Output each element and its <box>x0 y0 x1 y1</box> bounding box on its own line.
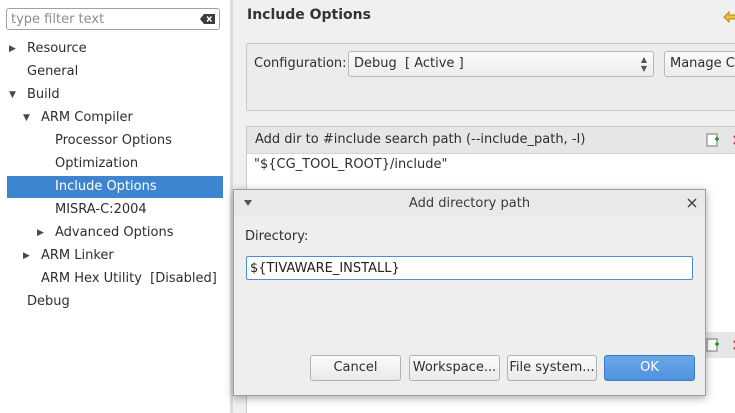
tree-item-arm-compiler[interactable]: ▼ ARM Compiler <box>0 107 230 129</box>
tree-item-arm-linker[interactable]: ▶ ARM Linker <box>0 245 230 267</box>
directory-label: Directory: <box>245 229 309 244</box>
tree-item-arm-hex-utility[interactable]: ARM Hex Utility [Disabled] <box>0 268 230 290</box>
tree-item-label: ARM Hex Utility [Disabled] <box>41 271 217 286</box>
configuration-label: Configuration: <box>254 56 347 71</box>
tree-item-label: ARM Compiler <box>41 110 133 125</box>
tree-item-label: Build <box>27 87 60 102</box>
tree-item-general[interactable]: General <box>0 61 230 83</box>
collapse-arrow-icon[interactable]: ▼ <box>23 107 33 129</box>
configuration-value: Debug [ Active ] <box>354 56 464 71</box>
configuration-select[interactable]: Debug [ Active ] ▲ ▼ <box>348 51 654 77</box>
tree-item-label: Resource <box>27 41 87 56</box>
manage-configurations-button[interactable]: Manage Co <box>664 51 735 77</box>
tree-item-optimization[interactable]: Optimization <box>0 153 230 175</box>
page-title: Include Options <box>247 7 371 23</box>
include-section-title: Add dir to #include search path (--inclu… <box>255 132 586 147</box>
tree-item-include-options[interactable]: Include Options <box>7 176 223 198</box>
cancel-button[interactable]: Cancel <box>310 355 401 381</box>
tree-item-label: Advanced Options <box>55 225 174 240</box>
tree-item-resource[interactable]: ▶ Resource <box>0 38 230 60</box>
close-icon[interactable] <box>687 198 697 208</box>
tree-item-label: MISRA-C:2004 <box>55 202 147 217</box>
select-arrows-icon: ▲ ▼ <box>640 55 647 73</box>
back-arrow-icon[interactable] <box>723 10 735 24</box>
dialog-titlebar[interactable]: Add directory path <box>234 190 705 216</box>
tree-item-misra[interactable]: MISRA-C:2004 <box>0 199 230 221</box>
include-section-header: Add dir to #include search path (--inclu… <box>247 127 735 154</box>
navigation-tree-panel: ▶ Resource General ▼ Build ▼ ARM Compile… <box>0 0 230 413</box>
add-directory-dialog: Add directory path Directory: Cancel Wor… <box>233 189 706 396</box>
clear-filter-icon[interactable] <box>200 14 215 24</box>
tree-item-processor-options[interactable]: Processor Options <box>0 130 230 152</box>
tree-item-advanced-options[interactable]: ▶ Advanced Options <box>0 222 230 244</box>
tree-item-label: ARM Linker <box>41 248 114 263</box>
tree-item-label: Debug <box>27 294 70 309</box>
tree-item-build[interactable]: ▼ Build <box>0 84 230 106</box>
include-path-item[interactable]: "${CG_TOOL_ROOT}/include" <box>254 157 448 172</box>
tree-item-label: Include Options <box>55 179 157 194</box>
add-path-icon[interactable] <box>706 133 720 147</box>
tree-item-label: Optimization <box>55 156 139 171</box>
workspace-button[interactable]: Workspace... <box>409 355 500 381</box>
dialog-title: Add directory path <box>408 196 531 211</box>
expand-arrow-icon[interactable]: ▶ <box>9 38 19 60</box>
filter-input[interactable] <box>11 10 191 28</box>
expand-arrow-icon[interactable]: ▶ <box>23 245 33 267</box>
tree-item-debug[interactable]: Debug <box>0 291 230 313</box>
file-system-button[interactable]: File system... <box>507 355 597 381</box>
collapse-arrow-icon[interactable]: ▼ <box>9 84 19 106</box>
tree-item-label: General <box>27 64 79 79</box>
filter-field[interactable] <box>6 8 220 30</box>
add-path-icon[interactable] <box>706 338 720 352</box>
tree-item-label: Processor Options <box>55 133 172 148</box>
directory-input[interactable] <box>246 256 693 280</box>
expand-arrow-icon[interactable]: ▶ <box>37 222 47 244</box>
ok-button[interactable]: OK <box>604 355 695 381</box>
